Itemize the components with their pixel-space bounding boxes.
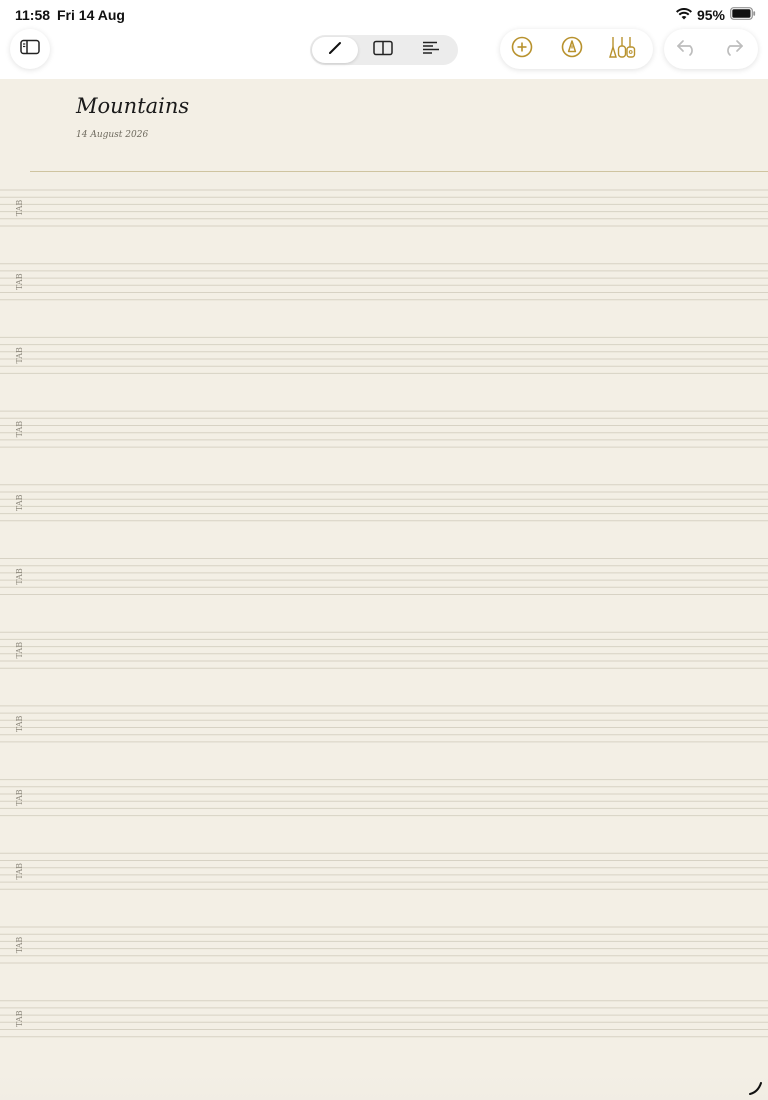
tab-staff-label: TAB <box>15 937 24 954</box>
tab-staff-label: TAB <box>15 494 24 511</box>
tab-staff[interactable]: TAB <box>0 705 768 743</box>
tab-staff-label: TAB <box>15 863 24 880</box>
tab-staff[interactable]: TAB <box>0 926 768 964</box>
tab-staff-label: TAB <box>15 273 24 290</box>
tab-staff[interactable]: TAB <box>0 484 768 522</box>
tab-staff[interactable]: TAB <box>0 558 768 595</box>
tab-staff-label: TAB <box>15 1010 24 1027</box>
tab-staves-area[interactable]: TAB TAB TAB TAB TAB TAB TAB TAB TAB TAB TAB TAB <box>0 0 768 1100</box>
tab-staff[interactable]: TAB <box>0 852 768 890</box>
tab-staff[interactable]: TAB <box>0 189 768 227</box>
pencil-stroke-mark <box>749 1082 762 1095</box>
tab-staff-label: TAB <box>15 642 24 659</box>
tab-staff[interactable]: TAB <box>0 631 768 669</box>
tab-staff-label: TAB <box>15 716 24 733</box>
tab-staff[interactable]: TAB <box>0 410 768 448</box>
tab-staff-label: TAB <box>15 200 24 217</box>
tab-staff-label: TAB <box>15 421 24 438</box>
tab-staff[interactable]: TAB <box>0 263 768 301</box>
tab-staff-label: TAB <box>15 568 24 585</box>
tab-staff-label: TAB <box>15 347 24 364</box>
tab-staff[interactable]: TAB <box>0 1000 768 1038</box>
bottom-fade <box>0 1075 768 1100</box>
tab-staff-label: TAB <box>15 789 24 806</box>
tab-staff[interactable]: TAB <box>0 779 768 817</box>
tab-staff[interactable]: TAB <box>0 336 768 374</box>
